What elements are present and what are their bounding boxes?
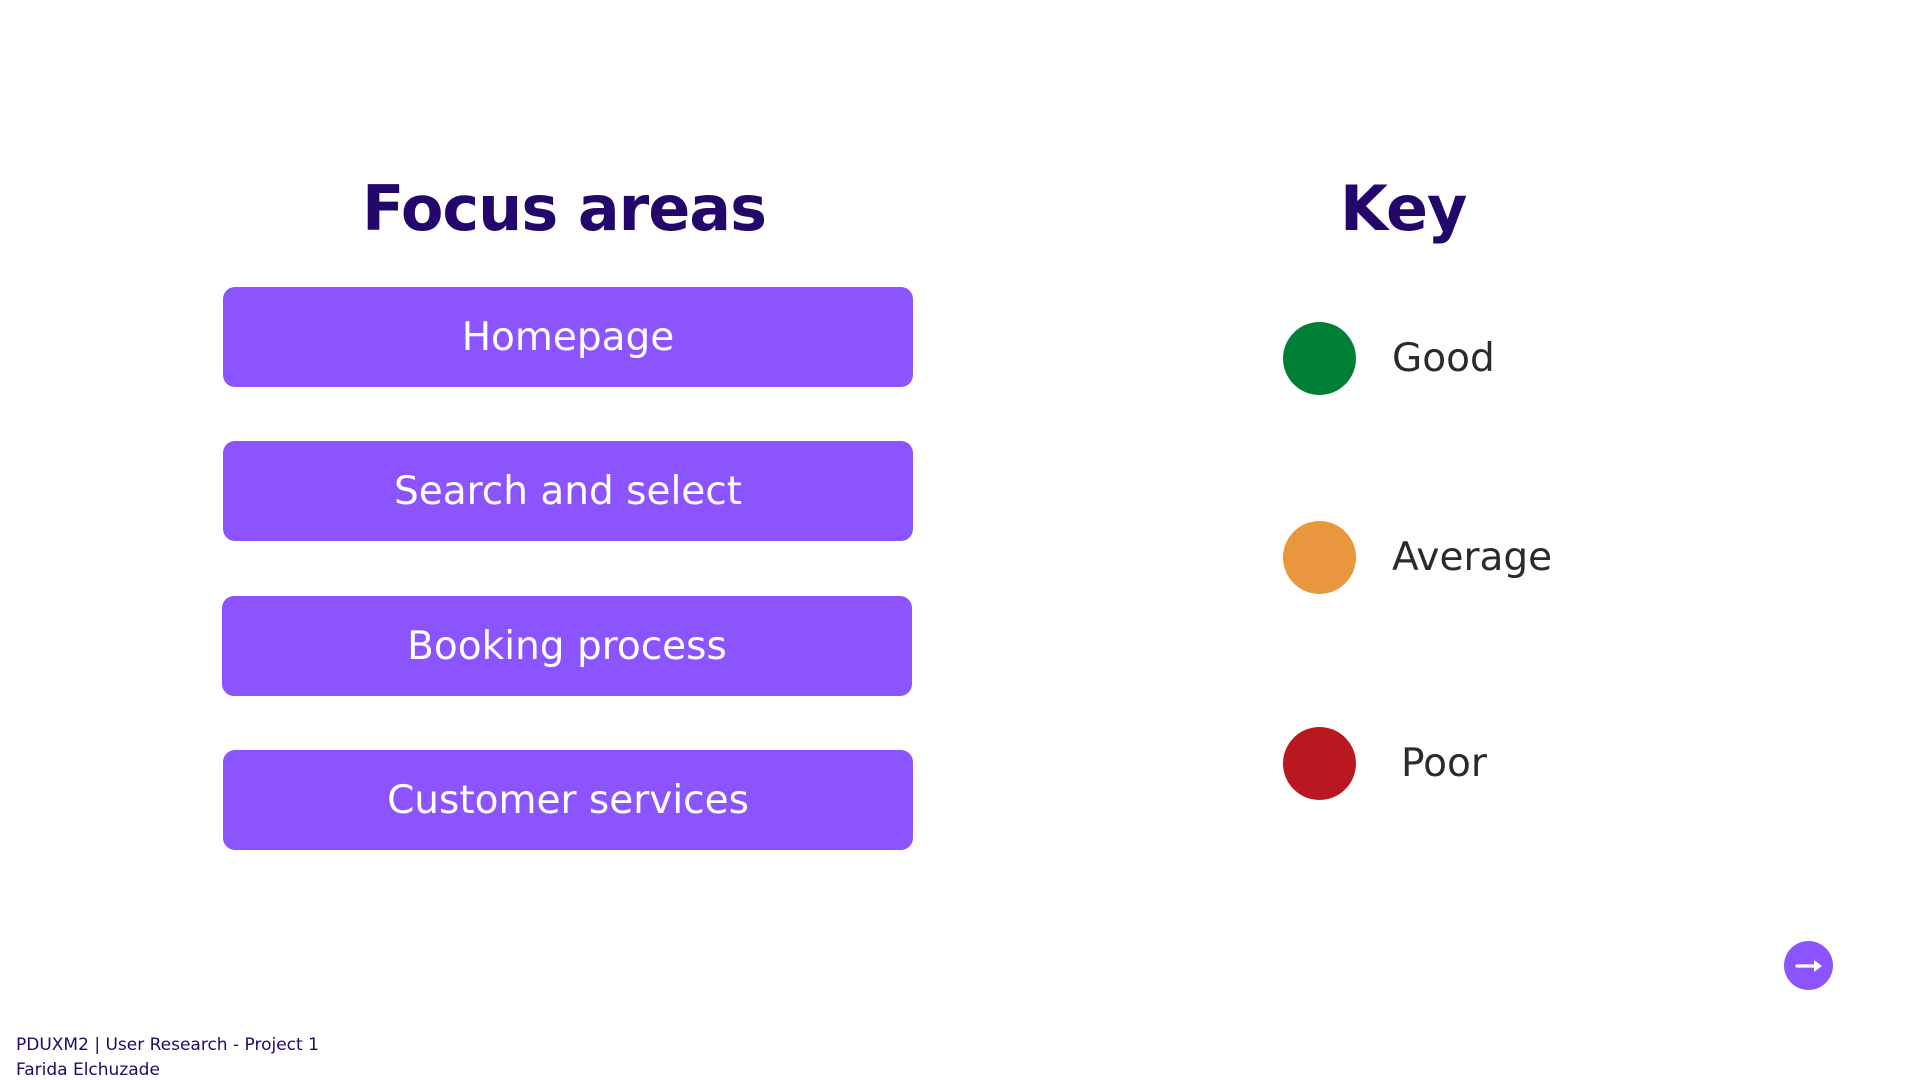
customer-services-button[interactable]: Customer services (223, 750, 913, 850)
key-label-good: Good (1392, 336, 1495, 381)
slide: Focus areas Key Homepage Search and sele… (0, 0, 1920, 1080)
key-label-average: Average (1392, 535, 1553, 580)
footer-course: PDUXM2 | User Research - Project 1 (16, 1035, 319, 1055)
key-title: Key (1340, 172, 1467, 245)
booking-process-button[interactable]: Booking process (222, 596, 912, 696)
footer: PDUXM2 | User Research - Project 1 Farid… (16, 1033, 319, 1080)
footer-author: Farida Elchuzade (16, 1060, 160, 1080)
next-slide-button[interactable] (1784, 941, 1833, 990)
key-label-poor: Poor (1401, 741, 1487, 786)
key-item-good: Good (1283, 322, 1495, 395)
good-status-dot-icon (1283, 322, 1356, 395)
key-item-poor: Poor (1283, 727, 1487, 800)
focus-areas-title: Focus areas (362, 172, 767, 245)
key-item-average: Average (1283, 521, 1552, 594)
poor-status-dot-icon (1283, 727, 1356, 800)
arrow-right-icon (1794, 959, 1822, 972)
average-status-dot-icon (1283, 521, 1356, 594)
search-and-select-button[interactable]: Search and select (223, 441, 913, 541)
homepage-button[interactable]: Homepage (223, 287, 913, 387)
